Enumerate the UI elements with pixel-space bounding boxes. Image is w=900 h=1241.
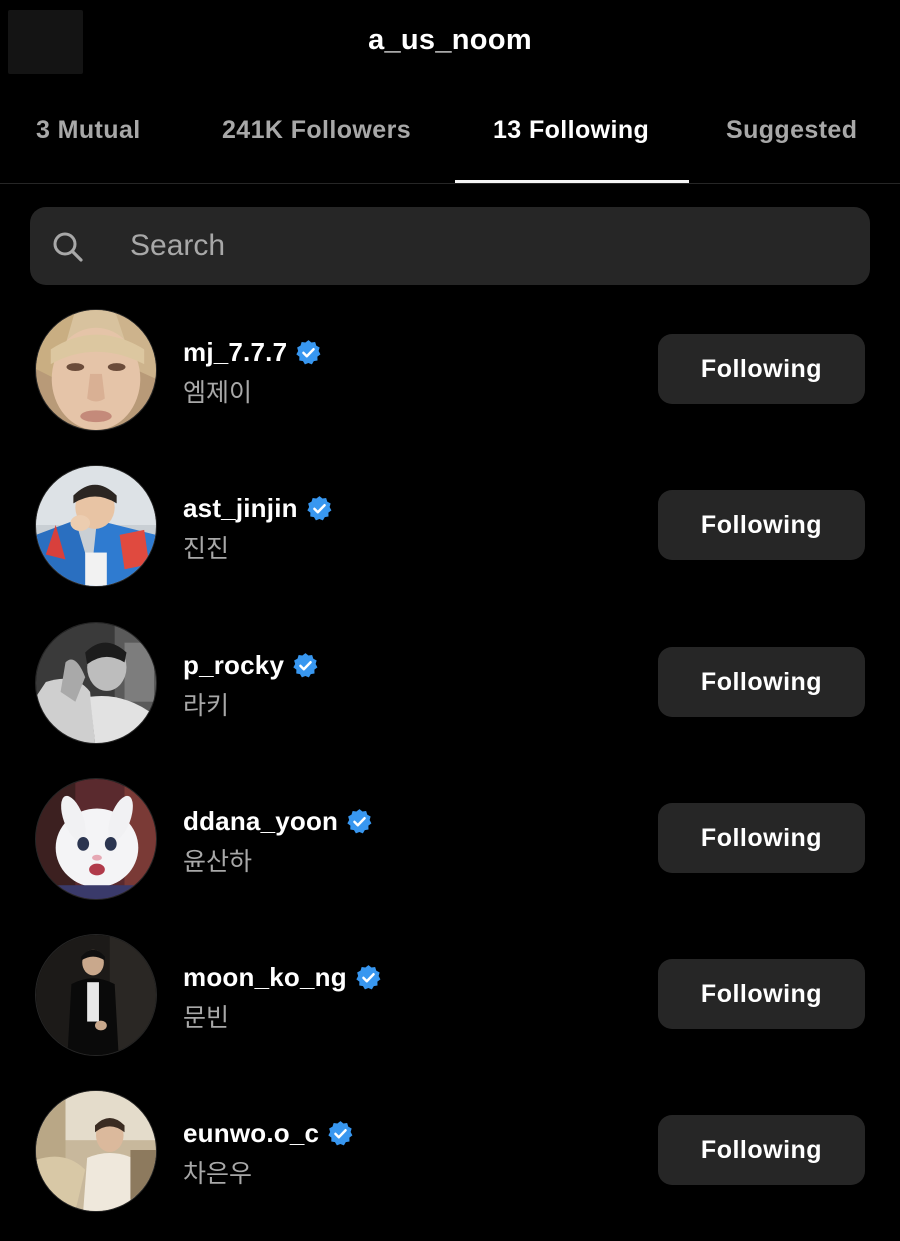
- list-item[interactable]: ddana_yoon 윤산하 Following: [0, 760, 900, 916]
- full-name: 진진: [183, 535, 230, 563]
- page-title: a_us_noom: [368, 24, 532, 56]
- username[interactable]: ast_jinjin: [183, 493, 333, 524]
- verified-badge-icon: [328, 1121, 353, 1146]
- header-bar: a_us_noom: [0, 0, 900, 88]
- verified-badge-icon: [347, 809, 372, 834]
- avatar[interactable]: [35, 934, 157, 1056]
- following-button[interactable]: Following: [658, 647, 865, 717]
- verified-badge-icon: [307, 496, 332, 521]
- list-item[interactable]: ast_jinjin 진진 Following: [0, 447, 900, 603]
- verified-badge-icon: [296, 340, 321, 365]
- list-item[interactable]: eunwo.o_c 차은우 Following: [0, 1072, 900, 1228]
- search-icon: [53, 232, 83, 262]
- username[interactable]: ddana_yoon: [183, 806, 373, 837]
- avatar[interactable]: [35, 1090, 157, 1212]
- list-item[interactable]: moon_ko_ng 문빈 Following: [0, 916, 900, 1072]
- active-tab-indicator: [455, 180, 689, 183]
- avatar[interactable]: [35, 778, 157, 900]
- tab-bar: 3 Mutual 241K Followers 13 Following Sug…: [0, 96, 900, 184]
- full-name: 엠제이: [183, 379, 253, 407]
- following-button[interactable]: Following: [658, 334, 865, 404]
- list-item[interactable]: p_rocky 라키 Following: [0, 604, 900, 760]
- following-button[interactable]: Following: [658, 803, 865, 873]
- username-text: p_rocky: [183, 650, 285, 680]
- username-text: moon_ko_ng: [183, 962, 347, 992]
- following-button[interactable]: Following: [658, 959, 865, 1029]
- username-text: eunwo.o_c: [183, 1118, 320, 1148]
- full-name: 차은우: [183, 1160, 253, 1188]
- username[interactable]: moon_ko_ng: [183, 962, 382, 993]
- list-item[interactable]: mj_7.7.7 엠제이 Following: [0, 291, 900, 447]
- username[interactable]: eunwo.o_c: [183, 1118, 354, 1149]
- avatar[interactable]: [35, 622, 157, 744]
- verified-badge-icon: [293, 653, 318, 678]
- full-name: 문빈: [183, 1004, 230, 1032]
- username-text: ast_jinjin: [183, 493, 298, 523]
- search-bar[interactable]: [30, 207, 870, 285]
- following-button[interactable]: Following: [658, 490, 865, 560]
- following-button[interactable]: Following: [658, 1115, 865, 1185]
- tab-mutual[interactable]: 3 Mutual: [36, 116, 141, 145]
- full-name: 윤산하: [183, 848, 253, 876]
- username-text: mj_7.7.7: [183, 337, 288, 367]
- username[interactable]: p_rocky: [183, 650, 319, 681]
- tab-suggested[interactable]: Suggested: [726, 116, 857, 145]
- full-name: 라키: [183, 692, 230, 720]
- username-text: ddana_yoon: [183, 806, 339, 836]
- tab-following[interactable]: 13 Following: [493, 116, 649, 145]
- avatar[interactable]: [35, 465, 157, 587]
- username[interactable]: mj_7.7.7: [183, 337, 322, 368]
- tab-followers[interactable]: 241K Followers: [222, 116, 411, 145]
- search-input[interactable]: [130, 207, 830, 285]
- avatar[interactable]: [35, 309, 157, 431]
- verified-badge-icon: [356, 965, 381, 990]
